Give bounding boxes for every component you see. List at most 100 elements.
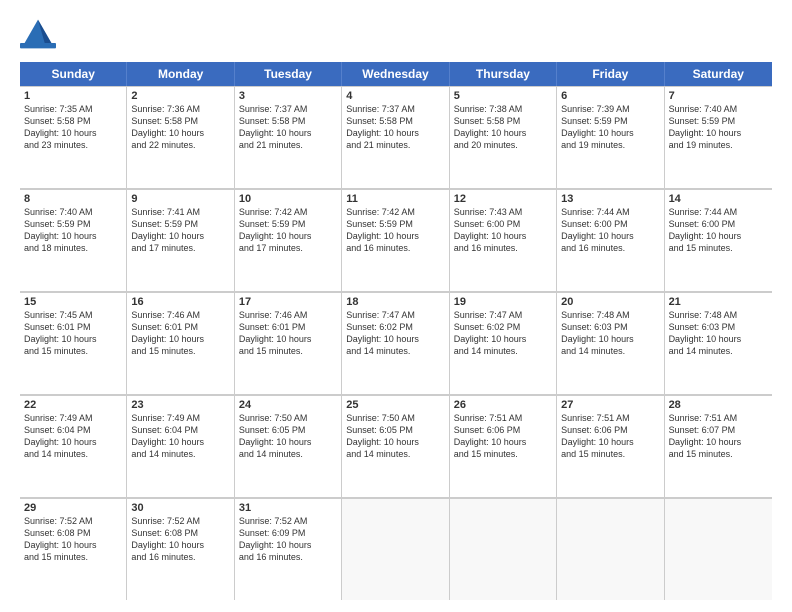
day-8: 8Sunrise: 7:40 AM Sunset: 5:59 PM Daylig… xyxy=(20,189,127,291)
day-content: Sunrise: 7:47 AM Sunset: 6:02 PM Dayligh… xyxy=(346,309,444,358)
calendar-body: 1Sunrise: 7:35 AM Sunset: 5:58 PM Daylig… xyxy=(20,86,772,600)
day-number: 2 xyxy=(131,90,229,102)
empty-cell xyxy=(665,498,772,600)
header-day-friday: Friday xyxy=(557,62,664,86)
day-22: 22Sunrise: 7:49 AM Sunset: 6:04 PM Dayli… xyxy=(20,395,127,497)
empty-cell xyxy=(342,498,449,600)
day-19: 19Sunrise: 7:47 AM Sunset: 6:02 PM Dayli… xyxy=(450,292,557,394)
day-13: 13Sunrise: 7:44 AM Sunset: 6:00 PM Dayli… xyxy=(557,189,664,291)
day-number: 30 xyxy=(131,502,229,514)
day-content: Sunrise: 7:51 AM Sunset: 6:06 PM Dayligh… xyxy=(561,412,659,461)
day-content: Sunrise: 7:47 AM Sunset: 6:02 PM Dayligh… xyxy=(454,309,552,358)
day-23: 23Sunrise: 7:49 AM Sunset: 6:04 PM Dayli… xyxy=(127,395,234,497)
day-number: 1 xyxy=(24,90,122,102)
day-3: 3Sunrise: 7:37 AM Sunset: 5:58 PM Daylig… xyxy=(235,86,342,188)
day-content: Sunrise: 7:52 AM Sunset: 6:09 PM Dayligh… xyxy=(239,515,337,564)
calendar: SundayMondayTuesdayWednesdayThursdayFrid… xyxy=(20,62,772,600)
day-content: Sunrise: 7:49 AM Sunset: 6:04 PM Dayligh… xyxy=(24,412,122,461)
day-number: 16 xyxy=(131,296,229,308)
day-20: 20Sunrise: 7:48 AM Sunset: 6:03 PM Dayli… xyxy=(557,292,664,394)
header-day-monday: Monday xyxy=(127,62,234,86)
day-content: Sunrise: 7:37 AM Sunset: 5:58 PM Dayligh… xyxy=(239,103,337,152)
empty-cell xyxy=(450,498,557,600)
day-10: 10Sunrise: 7:42 AM Sunset: 5:59 PM Dayli… xyxy=(235,189,342,291)
day-number: 24 xyxy=(239,399,337,411)
day-content: Sunrise: 7:38 AM Sunset: 5:58 PM Dayligh… xyxy=(454,103,552,152)
header-day-sunday: Sunday xyxy=(20,62,127,86)
day-content: Sunrise: 7:40 AM Sunset: 5:59 PM Dayligh… xyxy=(24,206,122,255)
header-day-saturday: Saturday xyxy=(665,62,772,86)
day-content: Sunrise: 7:39 AM Sunset: 5:59 PM Dayligh… xyxy=(561,103,659,152)
day-14: 14Sunrise: 7:44 AM Sunset: 6:00 PM Dayli… xyxy=(665,189,772,291)
day-9: 9Sunrise: 7:41 AM Sunset: 5:59 PM Daylig… xyxy=(127,189,234,291)
day-content: Sunrise: 7:36 AM Sunset: 5:58 PM Dayligh… xyxy=(131,103,229,152)
day-content: Sunrise: 7:51 AM Sunset: 6:07 PM Dayligh… xyxy=(669,412,768,461)
day-content: Sunrise: 7:48 AM Sunset: 6:03 PM Dayligh… xyxy=(669,309,768,358)
page: SundayMondayTuesdayWednesdayThursdayFrid… xyxy=(0,0,792,612)
day-content: Sunrise: 7:44 AM Sunset: 6:00 PM Dayligh… xyxy=(669,206,768,255)
day-number: 7 xyxy=(669,90,768,102)
calendar-week-2: 8Sunrise: 7:40 AM Sunset: 5:59 PM Daylig… xyxy=(20,189,772,292)
logo xyxy=(20,16,60,52)
day-content: Sunrise: 7:50 AM Sunset: 6:05 PM Dayligh… xyxy=(346,412,444,461)
day-number: 13 xyxy=(561,193,659,205)
day-number: 29 xyxy=(24,502,122,514)
day-number: 11 xyxy=(346,193,444,205)
day-number: 17 xyxy=(239,296,337,308)
day-4: 4Sunrise: 7:37 AM Sunset: 5:58 PM Daylig… xyxy=(342,86,449,188)
day-number: 31 xyxy=(239,502,337,514)
day-number: 14 xyxy=(669,193,768,205)
day-29: 29Sunrise: 7:52 AM Sunset: 6:08 PM Dayli… xyxy=(20,498,127,600)
day-number: 8 xyxy=(24,193,122,205)
day-content: Sunrise: 7:40 AM Sunset: 5:59 PM Dayligh… xyxy=(669,103,768,152)
day-content: Sunrise: 7:48 AM Sunset: 6:03 PM Dayligh… xyxy=(561,309,659,358)
day-content: Sunrise: 7:49 AM Sunset: 6:04 PM Dayligh… xyxy=(131,412,229,461)
day-27: 27Sunrise: 7:51 AM Sunset: 6:06 PM Dayli… xyxy=(557,395,664,497)
day-number: 3 xyxy=(239,90,337,102)
calendar-week-5: 29Sunrise: 7:52 AM Sunset: 6:08 PM Dayli… xyxy=(20,498,772,600)
day-17: 17Sunrise: 7:46 AM Sunset: 6:01 PM Dayli… xyxy=(235,292,342,394)
day-18: 18Sunrise: 7:47 AM Sunset: 6:02 PM Dayli… xyxy=(342,292,449,394)
day-26: 26Sunrise: 7:51 AM Sunset: 6:06 PM Dayli… xyxy=(450,395,557,497)
day-content: Sunrise: 7:52 AM Sunset: 6:08 PM Dayligh… xyxy=(131,515,229,564)
header xyxy=(20,16,772,52)
day-content: Sunrise: 7:52 AM Sunset: 6:08 PM Dayligh… xyxy=(24,515,122,564)
day-number: 10 xyxy=(239,193,337,205)
day-number: 23 xyxy=(131,399,229,411)
day-number: 21 xyxy=(669,296,768,308)
day-number: 4 xyxy=(346,90,444,102)
header-day-thursday: Thursday xyxy=(450,62,557,86)
day-content: Sunrise: 7:41 AM Sunset: 5:59 PM Dayligh… xyxy=(131,206,229,255)
day-16: 16Sunrise: 7:46 AM Sunset: 6:01 PM Dayli… xyxy=(127,292,234,394)
day-7: 7Sunrise: 7:40 AM Sunset: 5:59 PM Daylig… xyxy=(665,86,772,188)
day-content: Sunrise: 7:46 AM Sunset: 6:01 PM Dayligh… xyxy=(239,309,337,358)
day-11: 11Sunrise: 7:42 AM Sunset: 5:59 PM Dayli… xyxy=(342,189,449,291)
day-15: 15Sunrise: 7:45 AM Sunset: 6:01 PM Dayli… xyxy=(20,292,127,394)
day-number: 5 xyxy=(454,90,552,102)
day-number: 20 xyxy=(561,296,659,308)
day-5: 5Sunrise: 7:38 AM Sunset: 5:58 PM Daylig… xyxy=(450,86,557,188)
day-number: 22 xyxy=(24,399,122,411)
header-day-wednesday: Wednesday xyxy=(342,62,449,86)
day-content: Sunrise: 7:35 AM Sunset: 5:58 PM Dayligh… xyxy=(24,103,122,152)
day-number: 25 xyxy=(346,399,444,411)
day-24: 24Sunrise: 7:50 AM Sunset: 6:05 PM Dayli… xyxy=(235,395,342,497)
day-number: 19 xyxy=(454,296,552,308)
day-content: Sunrise: 7:43 AM Sunset: 6:00 PM Dayligh… xyxy=(454,206,552,255)
day-28: 28Sunrise: 7:51 AM Sunset: 6:07 PM Dayli… xyxy=(665,395,772,497)
day-number: 28 xyxy=(669,399,768,411)
day-21: 21Sunrise: 7:48 AM Sunset: 6:03 PM Dayli… xyxy=(665,292,772,394)
day-number: 9 xyxy=(131,193,229,205)
day-content: Sunrise: 7:46 AM Sunset: 6:01 PM Dayligh… xyxy=(131,309,229,358)
day-number: 27 xyxy=(561,399,659,411)
calendar-week-3: 15Sunrise: 7:45 AM Sunset: 6:01 PM Dayli… xyxy=(20,292,772,395)
calendar-week-1: 1Sunrise: 7:35 AM Sunset: 5:58 PM Daylig… xyxy=(20,86,772,189)
day-content: Sunrise: 7:42 AM Sunset: 5:59 PM Dayligh… xyxy=(239,206,337,255)
day-2: 2Sunrise: 7:36 AM Sunset: 5:58 PM Daylig… xyxy=(127,86,234,188)
day-1: 1Sunrise: 7:35 AM Sunset: 5:58 PM Daylig… xyxy=(20,86,127,188)
calendar-week-4: 22Sunrise: 7:49 AM Sunset: 6:04 PM Dayli… xyxy=(20,395,772,498)
day-content: Sunrise: 7:45 AM Sunset: 6:01 PM Dayligh… xyxy=(24,309,122,358)
day-number: 6 xyxy=(561,90,659,102)
day-number: 18 xyxy=(346,296,444,308)
day-content: Sunrise: 7:50 AM Sunset: 6:05 PM Dayligh… xyxy=(239,412,337,461)
